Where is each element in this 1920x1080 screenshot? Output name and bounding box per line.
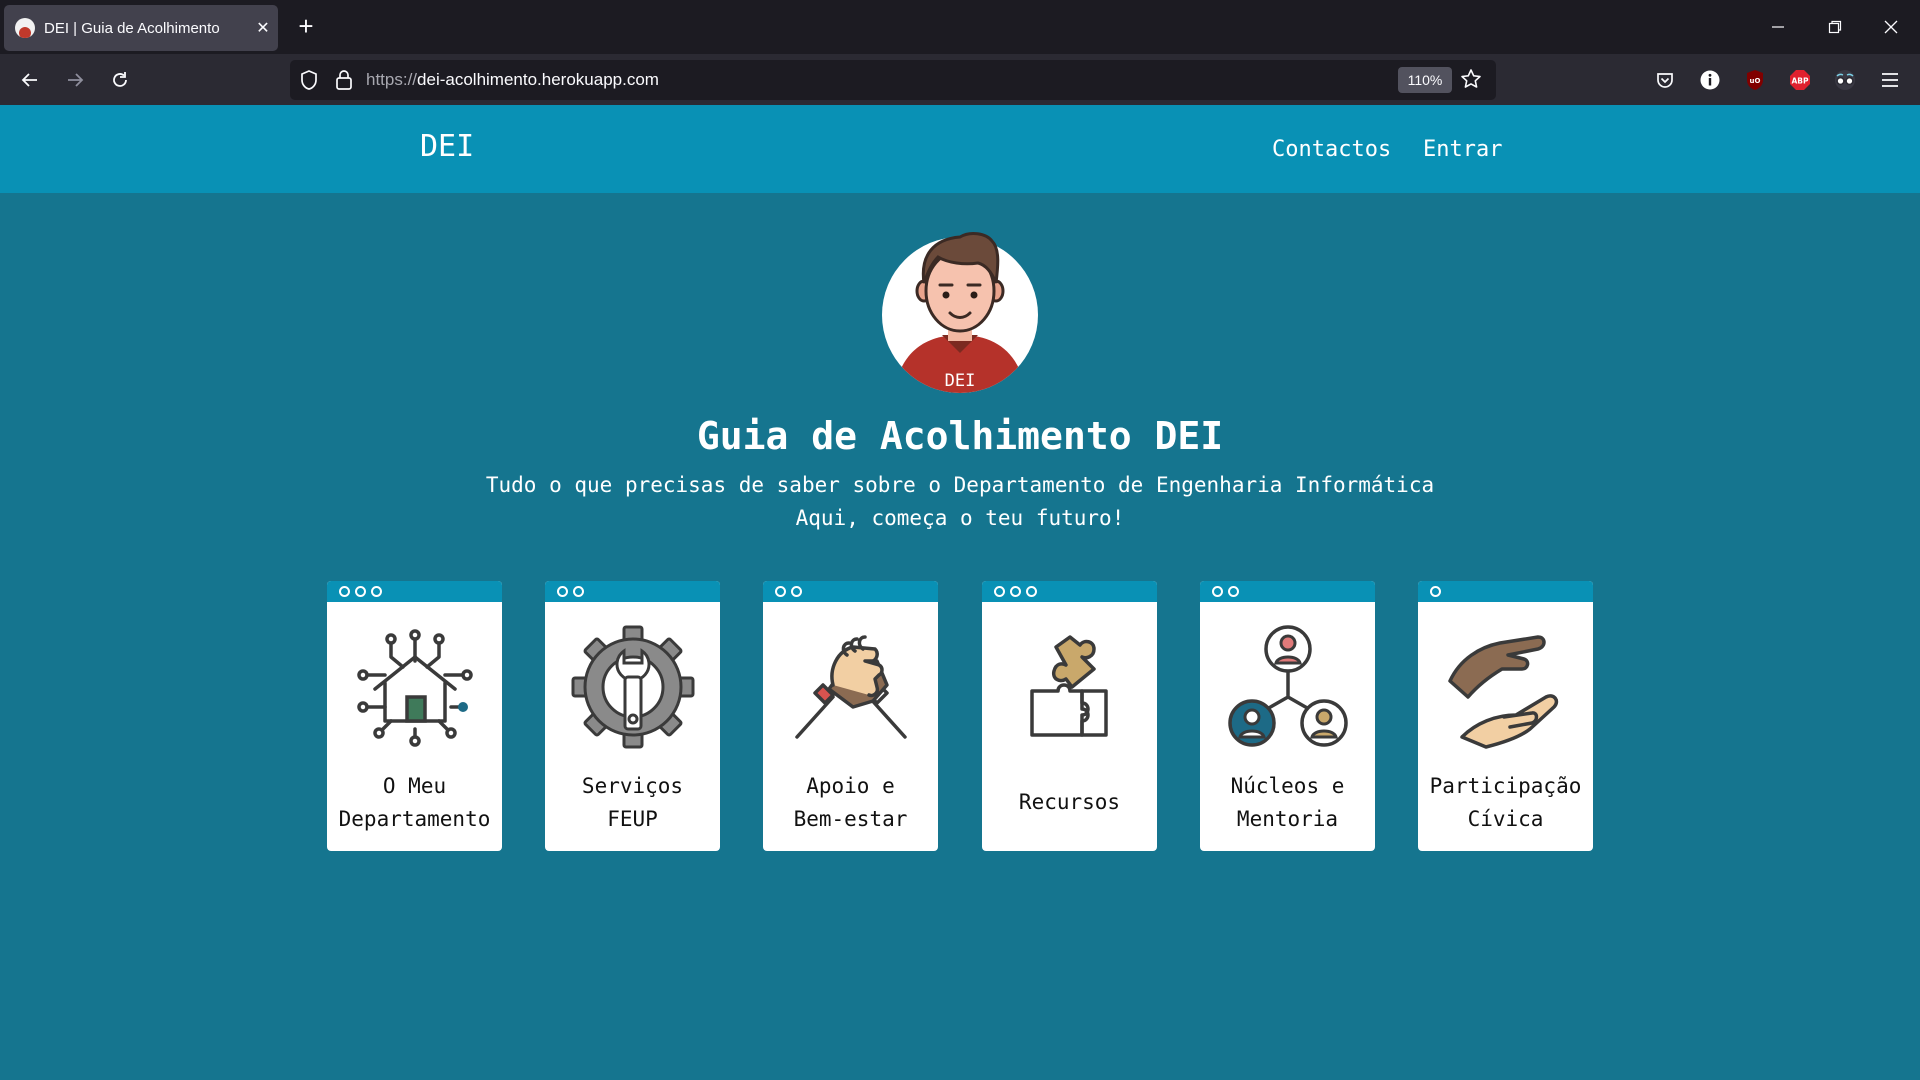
zoom-level-badge[interactable]: 110% xyxy=(1398,67,1452,93)
card-label-line1: O Meu xyxy=(382,774,447,798)
window-dot xyxy=(1026,586,1037,597)
network-people-icon xyxy=(1228,625,1348,747)
card-label: Núcleos e Mentoria xyxy=(1200,770,1375,836)
card-label-line1: Apoio e xyxy=(806,774,895,798)
page-tagline: Aqui, começa o teu futuro! xyxy=(795,506,1125,530)
menu-icon[interactable] xyxy=(1878,68,1902,92)
card-titlebar xyxy=(545,581,720,602)
page-title: Guia de Acolhimento DEI xyxy=(696,414,1224,458)
tab-title: DEI | Guia de Acolhimento xyxy=(44,19,220,37)
card-recursos[interactable]: Recursos xyxy=(982,581,1157,851)
nav-login-link[interactable]: Entrar xyxy=(1423,137,1502,162)
new-tab-button[interactable]: + xyxy=(290,11,322,43)
forward-button[interactable] xyxy=(57,62,93,98)
browser-tabbar: DEI | Guia de Acolhimento ✕ + xyxy=(0,0,1920,54)
card-participacao-civica[interactable]: Participação Cívica xyxy=(1418,581,1593,851)
puzzle-icon xyxy=(1030,635,1108,737)
reload-icon xyxy=(113,72,127,87)
window-dot xyxy=(1010,586,1021,597)
card-label-line2: FEUP xyxy=(607,807,658,831)
card-nucleos-mentoria[interactable]: Núcleos e Mentoria xyxy=(1200,581,1375,851)
arrow-left-icon xyxy=(21,73,37,87)
card-label-line1: Participação xyxy=(1429,774,1582,798)
window-restore-button[interactable] xyxy=(1815,10,1855,44)
card-label-line2: Mentoria xyxy=(1236,807,1339,831)
card-label-line1: Serviços xyxy=(581,774,684,798)
url-protocol: https:// xyxy=(366,70,418,89)
tab-close-icon[interactable]: ✕ xyxy=(248,18,278,38)
lock-icon[interactable] xyxy=(334,69,354,91)
adblock-plus-icon[interactable]: ABP xyxy=(1788,68,1812,92)
reload-button[interactable] xyxy=(102,62,138,98)
back-button[interactable] xyxy=(12,62,48,98)
window-dot xyxy=(1228,586,1239,597)
window-dot xyxy=(339,586,350,597)
glasses-icon[interactable] xyxy=(1833,68,1857,92)
card-titlebar xyxy=(763,581,938,602)
site-header: DEI Contactos Entrar xyxy=(0,105,1920,193)
window-dot xyxy=(1430,586,1441,597)
gear-wrench-icon xyxy=(571,625,695,749)
window-minimize-button[interactable] xyxy=(1758,10,1798,44)
window-dot xyxy=(775,586,786,597)
window-dot xyxy=(994,586,1005,597)
browser-tab[interactable]: DEI | Guia de Acolhimento ✕ xyxy=(4,5,278,51)
section-cards: O Meu Departamento Serviços FEUP Apoio e… xyxy=(327,581,1595,853)
browser-navbar: https://dei-acolhimento.herokuapp.com 11… xyxy=(0,54,1920,105)
card-label-line1: Recursos xyxy=(1018,790,1121,814)
url-text[interactable]: https://dei-acolhimento.herokuapp.com xyxy=(366,70,659,90)
hands-icon xyxy=(1448,635,1559,749)
address-bar[interactable]: https://dei-acolhimento.herokuapp.com 11… xyxy=(290,60,1496,100)
window-dot xyxy=(1212,586,1223,597)
card-label-line2: Cívica xyxy=(1467,807,1544,831)
card-o-meu-departamento[interactable]: O Meu Departamento xyxy=(327,581,502,851)
window-dot xyxy=(573,586,584,597)
window-dot xyxy=(791,586,802,597)
pocket-icon[interactable] xyxy=(1653,68,1677,92)
card-label: O Meu Departamento xyxy=(327,770,502,836)
card-titlebar xyxy=(327,581,502,602)
nav-contacts-link[interactable]: Contactos xyxy=(1272,137,1391,162)
card-titlebar xyxy=(1200,581,1375,602)
svg-text:uO: uO xyxy=(1750,77,1761,85)
shield-icon[interactable] xyxy=(298,69,320,91)
hero-section: DEI Guia de Acolhimento DEI Tudo o que p… xyxy=(0,193,1920,1080)
avatar-badge: DEI xyxy=(945,371,976,391)
window-dot xyxy=(557,586,568,597)
page-subtitle: Tudo o que precisas de saber sobre o Dep… xyxy=(485,473,1435,497)
handshake-icon xyxy=(795,635,907,739)
window-close-button[interactable] xyxy=(1871,10,1911,44)
site-brand[interactable]: DEI xyxy=(420,129,474,164)
card-servicos-feup[interactable]: Serviços FEUP xyxy=(545,581,720,851)
card-label: Recursos xyxy=(982,786,1157,819)
site-favicon-icon xyxy=(15,18,35,38)
card-label: Participação Cívica xyxy=(1418,770,1593,836)
card-titlebar xyxy=(1418,581,1593,602)
house-circuit-icon xyxy=(357,629,473,747)
student-avatar-icon: DEI xyxy=(882,232,1038,393)
card-label-line2: Departamento xyxy=(338,807,491,831)
card-label-line1: Núcleos e xyxy=(1230,774,1345,798)
ublock-icon[interactable]: uO xyxy=(1743,68,1767,92)
url-host: dei-acolhimento.herokuapp.com xyxy=(417,70,659,89)
card-label: Serviços FEUP xyxy=(545,770,720,836)
card-titlebar xyxy=(982,581,1157,602)
window-dot xyxy=(355,586,366,597)
svg-text:ABP: ABP xyxy=(1791,77,1809,86)
arrow-right-icon xyxy=(68,73,84,87)
card-label-line2: Bem-estar xyxy=(793,807,908,831)
card-apoio-bem-estar[interactable]: Apoio e Bem-estar xyxy=(763,581,938,851)
card-label: Apoio e Bem-estar xyxy=(763,770,938,836)
info-icon[interactable] xyxy=(1698,68,1722,92)
window-dot xyxy=(371,586,382,597)
bookmark-star-icon[interactable] xyxy=(1460,68,1482,90)
